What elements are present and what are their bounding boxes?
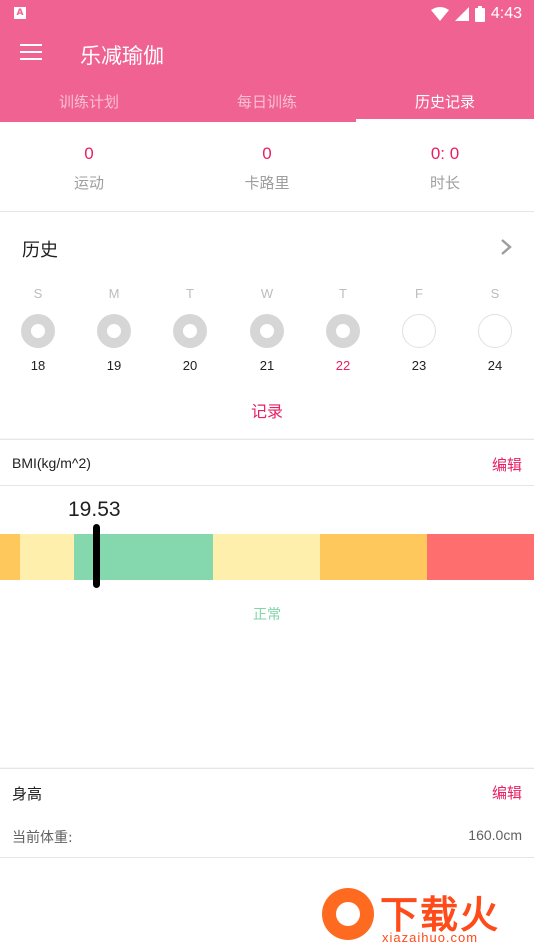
app-bar: 乐减瑜伽 <box>0 28 534 80</box>
tab-bar: 训练计划 每日训练 历史记录 <box>0 80 534 122</box>
bmi-value: 19.53 <box>68 498 121 521</box>
watermark-logo: 下载火 xiazaihuo.com <box>314 878 534 950</box>
stat-value: 0 <box>262 144 272 163</box>
day-cell-today[interactable]: T 22 <box>318 286 368 373</box>
completed-ring-icon <box>326 314 360 348</box>
bmi-scale-bar <box>0 534 534 580</box>
signal-icon <box>454 7 469 21</box>
wifi-icon <box>430 7 449 21</box>
empty-ring-icon <box>478 314 512 348</box>
history-card: 历史 S 18 M 19 T 20 W 21 T 22 F 23 S 24 记录 <box>0 212 534 438</box>
stat-value: 0 <box>84 144 94 163</box>
divider <box>0 857 534 858</box>
status-icons: 4:43 <box>430 4 522 24</box>
day-date: 22 <box>335 358 351 373</box>
day-date: 24 <box>487 358 503 373</box>
watermark-site: xiazaihuo.com <box>382 930 479 945</box>
menu-icon[interactable] <box>20 44 42 62</box>
battery-icon <box>474 6 485 22</box>
stat-calories: 0 卡路里 <box>178 122 356 211</box>
day-cell[interactable]: T 20 <box>165 286 215 373</box>
height-label: 身高 <box>12 785 43 803</box>
day-date: 21 <box>259 358 275 373</box>
day-letter: W <box>260 286 274 301</box>
day-date: 19 <box>106 358 122 373</box>
day-cell[interactable]: M 19 <box>89 286 139 373</box>
bmi-segment <box>427 534 534 580</box>
day-cell[interactable]: S 24 <box>470 286 520 373</box>
chevron-right-icon[interactable] <box>500 238 512 256</box>
bmi-segment <box>213 534 320 580</box>
day-cell[interactable]: F 23 <box>394 286 444 373</box>
bmi-status: 正常 <box>253 607 281 623</box>
stat-label: 卡路里 <box>244 174 290 192</box>
day-letter: F <box>415 286 423 301</box>
day-date: 18 <box>30 358 46 373</box>
clock: 4:43 <box>490 5 522 22</box>
tab-history[interactable]: 历史记录 <box>356 80 534 122</box>
screen: A 4:43 乐减瑜伽 训练计划 每日训练 历史记录 0 运动 0 卡路里 0:… <box>0 0 534 950</box>
day-date: 23 <box>411 358 427 373</box>
notification-icon: A <box>14 7 26 19</box>
day-letter: T <box>339 286 347 301</box>
week-calendar: S 18 M 19 T 20 W 21 T 22 F 23 S 24 <box>0 286 534 376</box>
bmi-label: BMI(kg/m^2) <box>12 455 91 471</box>
flame-logo-icon <box>322 888 374 940</box>
bmi-edit-button[interactable]: 编辑 <box>492 454 522 475</box>
completed-ring-icon <box>250 314 284 348</box>
bmi-segment <box>0 534 20 580</box>
height-value: 160.0cm <box>468 827 522 843</box>
stat-workouts: 0 运动 <box>0 122 178 211</box>
height-edit-button[interactable]: 编辑 <box>492 782 522 803</box>
stat-duration: 0: 0 时长 <box>356 122 534 211</box>
status-bar: A 4:43 <box>0 0 534 28</box>
empty-ring-icon <box>402 314 436 348</box>
day-letter: M <box>108 286 120 301</box>
tab-daily-training[interactable]: 每日训练 <box>178 80 356 122</box>
day-letter: S <box>490 286 500 301</box>
app-title: 乐减瑜伽 <box>80 44 164 68</box>
day-letter: S <box>33 286 43 301</box>
completed-ring-icon <box>21 314 55 348</box>
day-letter: T <box>186 286 194 301</box>
completed-ring-icon <box>97 314 131 348</box>
bmi-card: BMI(kg/m^2) 编辑 19.53 正常 <box>0 439 534 767</box>
bmi-marker <box>93 524 100 588</box>
current-weight-label: 当前体重: <box>12 830 73 846</box>
tab-training-plan[interactable]: 训练计划 <box>0 80 178 122</box>
completed-ring-icon <box>173 314 207 348</box>
day-cell[interactable]: S 18 <box>13 286 63 373</box>
stat-label: 时长 <box>429 174 460 192</box>
history-title: 历史 <box>22 240 58 261</box>
day-cell[interactable]: W 21 <box>242 286 292 373</box>
bmi-header: BMI(kg/m^2) 编辑 <box>0 440 534 486</box>
record-link[interactable]: 记录 <box>0 398 534 422</box>
day-date: 20 <box>182 358 198 373</box>
bmi-segment <box>20 534 74 580</box>
stats-panel: 0 运动 0 卡路里 0: 0 时长 <box>0 122 534 212</box>
stat-value: 0: 0 <box>430 144 460 163</box>
bmi-segment <box>320 534 427 580</box>
stat-label: 运动 <box>73 174 104 192</box>
